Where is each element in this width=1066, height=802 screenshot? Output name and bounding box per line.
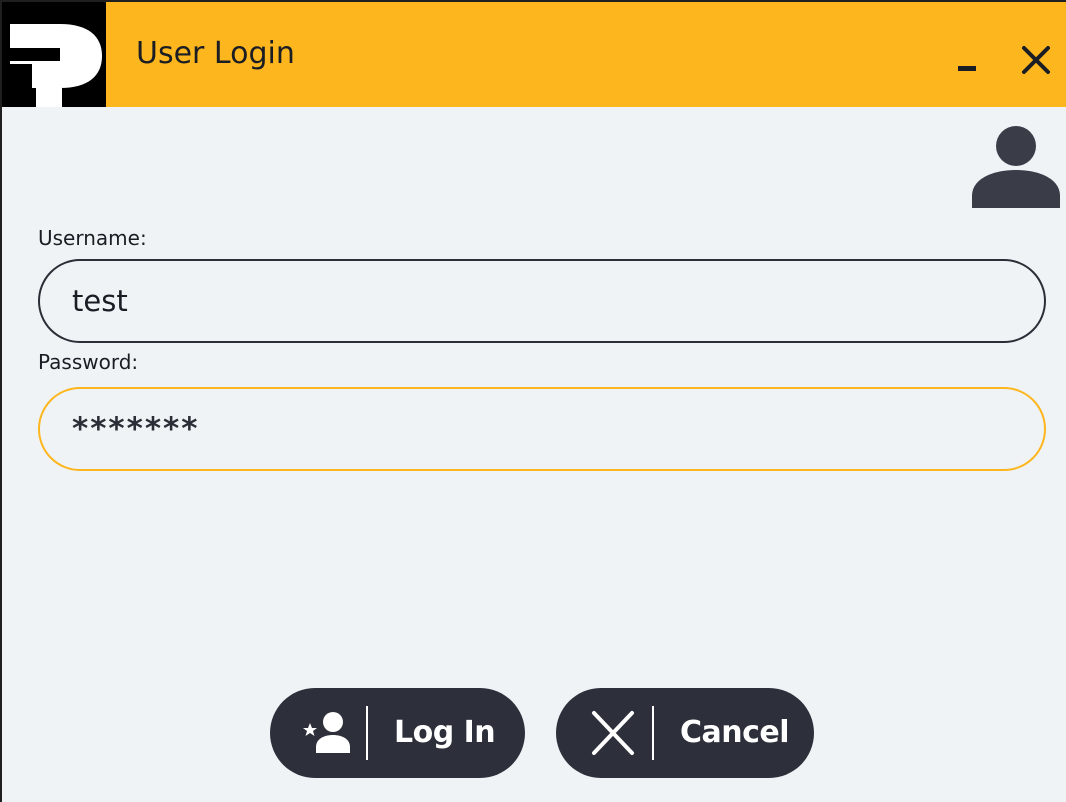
minimize-icon xyxy=(958,66,976,71)
close-icon xyxy=(1022,46,1050,74)
username-label: Username: xyxy=(38,226,147,250)
login-button[interactable]: Log In xyxy=(270,688,525,778)
window-title: User Login xyxy=(136,36,295,71)
title-bar[interactable]: User Login xyxy=(2,2,1066,107)
add-user-icon xyxy=(302,709,352,757)
parker-logo-icon xyxy=(2,2,106,107)
cancel-button-separator xyxy=(652,706,654,760)
username-input[interactable]: test xyxy=(38,259,1046,343)
login-window: User Login Username: test Password: ****… xyxy=(0,0,1066,802)
password-input[interactable]: ******* xyxy=(38,387,1046,471)
user-avatar-icon xyxy=(970,120,1062,210)
login-button-label: Log In xyxy=(394,715,496,750)
minimize-button[interactable] xyxy=(938,26,992,86)
close-window-button[interactable] xyxy=(1006,26,1060,86)
login-button-separator xyxy=(366,706,368,760)
cancel-button[interactable]: Cancel xyxy=(556,688,814,778)
password-label: Password: xyxy=(38,350,139,374)
cancel-button-label: Cancel xyxy=(680,715,790,750)
close-icon xyxy=(588,709,638,757)
